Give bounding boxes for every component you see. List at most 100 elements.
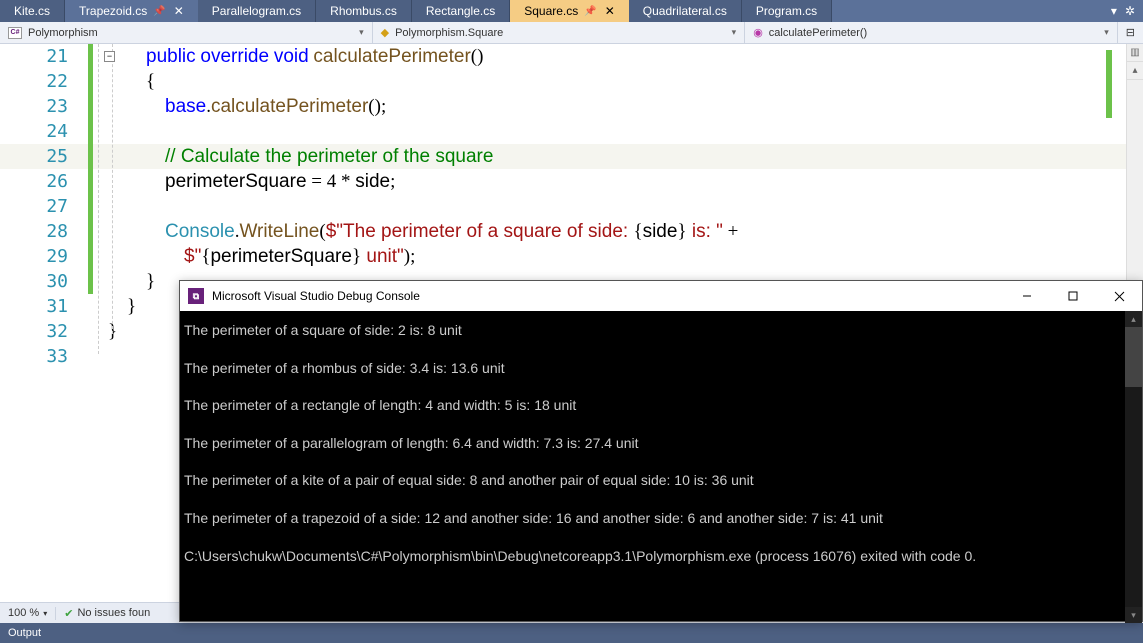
console-line: The perimeter of a square of side: 2 is:… bbox=[184, 321, 1138, 341]
console-output[interactable]: The perimeter of a square of side: 2 is:… bbox=[180, 311, 1142, 623]
console-line: The perimeter of a rhombus of side: 3.4 … bbox=[184, 359, 1138, 379]
output-panel-tab[interactable]: Output bbox=[0, 623, 1143, 643]
split-view-button[interactable]: ⊟ bbox=[1118, 22, 1143, 43]
change-indicator bbox=[88, 44, 93, 294]
scroll-up-icon[interactable]: ▴ bbox=[1125, 311, 1142, 327]
code-line[interactable]: 29 $"{perimeterSquare} unit"); bbox=[0, 244, 1143, 269]
code-text[interactable]: Console.WriteLine($"The perimeter of a s… bbox=[88, 221, 738, 243]
code-text[interactable]: $"{perimeterSquare} unit"); bbox=[88, 246, 415, 268]
fold-guide bbox=[112, 44, 113, 334]
tab-label: Rhombus.cs bbox=[330, 4, 397, 18]
nav-project-label: Polymorphism bbox=[28, 27, 98, 39]
zoom-value: 100 % bbox=[8, 607, 39, 619]
console-scrollbar[interactable]: ▴ ▾ bbox=[1125, 311, 1142, 623]
close-icon[interactable]: ✕ bbox=[605, 4, 615, 18]
scrollbar-thumb[interactable] bbox=[1125, 327, 1142, 387]
fold-toggle[interactable]: − bbox=[104, 51, 115, 62]
tab-kite[interactable]: Kite.cs bbox=[0, 0, 65, 22]
issues-indicator[interactable]: ✔ No issues foun bbox=[55, 607, 158, 620]
minimize-button[interactable] bbox=[1004, 281, 1050, 311]
split-toggle-icon[interactable]: ▥ bbox=[1127, 44, 1143, 62]
nav-class-label: Polymorphism.Square bbox=[395, 27, 503, 39]
code-nav-bar: C# Polymorphism ▾ ◆ Polymorphism.Square … bbox=[0, 22, 1143, 44]
line-number: 24 bbox=[0, 121, 88, 142]
tabs-overflow-controls: ▾ ✲ bbox=[1103, 0, 1143, 22]
line-number: 32 bbox=[0, 321, 88, 342]
console-line: The perimeter of a trapezoid of a side: … bbox=[184, 509, 1138, 529]
line-number: 33 bbox=[0, 346, 88, 367]
overview-change-marker bbox=[1106, 100, 1112, 118]
tab-label: Program.cs bbox=[756, 4, 817, 18]
tab-rhombus[interactable]: Rhombus.cs bbox=[316, 0, 412, 22]
line-number: 25 bbox=[0, 146, 88, 167]
tab-dropdown-icon[interactable]: ▾ bbox=[1111, 4, 1117, 18]
line-number: 29 bbox=[0, 246, 88, 267]
class-icon: ◆ bbox=[381, 26, 389, 39]
line-number: 22 bbox=[0, 71, 88, 92]
debug-console-window: ⧉ Microsoft Visual Studio Debug Console … bbox=[179, 280, 1143, 622]
output-label: Output bbox=[8, 627, 41, 639]
tab-label: Quadrilateral.cs bbox=[643, 4, 727, 18]
scroll-down-icon[interactable]: ▾ bbox=[1125, 607, 1142, 623]
issues-text: No issues foun bbox=[77, 607, 150, 619]
tab-label: Trapezoid.cs bbox=[79, 4, 147, 18]
check-icon: ✔ bbox=[64, 607, 73, 620]
fold-guide bbox=[98, 44, 99, 354]
split-icon: ⊟ bbox=[1126, 26, 1135, 39]
tab-parallelogram[interactable]: Parallelogram.cs bbox=[198, 0, 316, 22]
tab-label: Parallelogram.cs bbox=[212, 4, 301, 18]
tab-label: Kite.cs bbox=[14, 4, 50, 18]
code-text[interactable]: base.calculatePerimeter(); bbox=[88, 96, 386, 118]
code-line[interactable]: 26 perimeterSquare = 4 * side; bbox=[0, 169, 1143, 194]
nav-member-label: calculatePerimeter() bbox=[769, 27, 867, 39]
pin-icon[interactable]: 📌 bbox=[153, 6, 165, 17]
overview-change-marker bbox=[1106, 50, 1112, 100]
line-number: 31 bbox=[0, 296, 88, 317]
code-text[interactable]: public override void calculatePerimeter(… bbox=[88, 46, 483, 68]
code-line[interactable]: 21 public override void calculatePerimet… bbox=[0, 44, 1143, 69]
console-line: C:\Users\chukw\Documents\C#\Polymorphism… bbox=[184, 547, 1138, 567]
line-number: 23 bbox=[0, 96, 88, 117]
tab-trapezoid[interactable]: Trapezoid.cs 📌 ✕ bbox=[65, 0, 198, 22]
vs-logo-icon: ⧉ bbox=[188, 288, 204, 304]
chevron-down-icon: ▾ bbox=[43, 609, 47, 618]
nav-class-dropdown[interactable]: ◆ Polymorphism.Square ▾ bbox=[373, 22, 746, 43]
method-icon: ◉ bbox=[753, 26, 763, 39]
code-line[interactable]: 27 bbox=[0, 194, 1143, 219]
tab-square[interactable]: Square.cs 📌 ✕ bbox=[510, 0, 629, 22]
chevron-down-icon: ▾ bbox=[1104, 27, 1109, 38]
document-tabs: Kite.cs Trapezoid.cs 📌 ✕ Parallelogram.cs Rho… bbox=[0, 0, 1143, 22]
zoom-control[interactable]: 100 % ▾ bbox=[0, 607, 55, 619]
close-button[interactable] bbox=[1096, 281, 1142, 311]
console-line: The perimeter of a kite of a pair of equ… bbox=[184, 471, 1138, 491]
tab-rectangle[interactable]: Rectangle.cs bbox=[412, 0, 510, 22]
nav-member-dropdown[interactable]: ◉ calculatePerimeter() ▾ bbox=[745, 22, 1118, 43]
nav-project-dropdown[interactable]: C# Polymorphism ▾ bbox=[0, 22, 373, 43]
tab-quadrilateral[interactable]: Quadrilateral.cs bbox=[629, 0, 742, 22]
chevron-down-icon: ▾ bbox=[359, 27, 364, 38]
tab-program[interactable]: Program.cs bbox=[742, 0, 832, 22]
maximize-button[interactable] bbox=[1050, 281, 1096, 311]
code-line[interactable]: 28 Console.WriteLine($"The perimeter of … bbox=[0, 219, 1143, 244]
code-line[interactable]: 24 bbox=[0, 119, 1143, 144]
tab-label: Rectangle.cs bbox=[426, 4, 495, 18]
console-line: The perimeter of a parallelogram of leng… bbox=[184, 434, 1138, 454]
line-number: 26 bbox=[0, 171, 88, 192]
code-line[interactable]: 22 { bbox=[0, 69, 1143, 94]
console-title-text: Microsoft Visual Studio Debug Console bbox=[212, 289, 420, 303]
tab-settings-icon[interactable]: ✲ bbox=[1125, 4, 1135, 18]
csharp-icon: C# bbox=[8, 27, 22, 39]
console-titlebar[interactable]: ⧉ Microsoft Visual Studio Debug Console bbox=[180, 281, 1142, 311]
scroll-up-icon[interactable]: ▴ bbox=[1127, 62, 1143, 80]
console-line: The perimeter of a rectangle of length: … bbox=[184, 396, 1138, 416]
line-number: 27 bbox=[0, 196, 88, 217]
pin-icon[interactable]: 📌 bbox=[584, 6, 596, 17]
code-text[interactable]: // Calculate the perimeter of the square bbox=[88, 146, 493, 168]
code-text[interactable]: perimeterSquare = 4 * side; bbox=[88, 171, 395, 193]
line-number: 28 bbox=[0, 221, 88, 242]
tab-label: Square.cs bbox=[524, 4, 578, 18]
close-icon[interactable]: ✕ bbox=[174, 4, 184, 18]
line-number: 21 bbox=[0, 46, 88, 67]
code-line[interactable]: 23 base.calculatePerimeter(); bbox=[0, 94, 1143, 119]
code-line[interactable]: 25 // Calculate the perimeter of the squ… bbox=[0, 144, 1143, 169]
